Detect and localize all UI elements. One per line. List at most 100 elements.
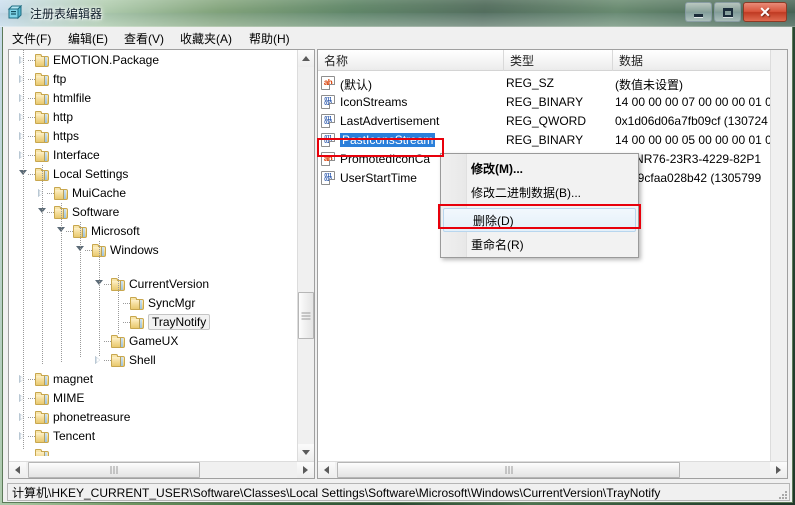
binary-value-icon: 011 010 — [321, 133, 336, 148]
tree-connector — [28, 98, 35, 99]
table-row[interactable]: 011 010 PastIconsStream REG_BINARY 14 00 00 … — [318, 131, 787, 150]
table-row[interactable]: 011 010 LastAdvertisement REG_QWORD 0x1d06d0… — [318, 112, 787, 131]
value-data: (数值未设置) — [615, 78, 683, 92]
context-delete[interactable]: 删除(D) — [443, 208, 636, 232]
menu-favorites[interactable]: 收藏夹(A) — [177, 30, 235, 46]
tree-item-tencent[interactable]: Tencent — [9, 427, 314, 446]
title-bar: 注册表编辑器 ✕ — [0, 0, 795, 27]
tree-item-label: ftp — [53, 72, 67, 86]
tree-hscrollbar-thumb[interactable] — [28, 462, 200, 478]
registry-editor-icon — [7, 5, 23, 20]
tree-item-partial[interactable] — [9, 446, 314, 456]
folder-icon — [130, 297, 145, 310]
tree-vertical-scrollbar[interactable] — [297, 50, 314, 461]
menu-help[interactable]: 帮助(H) — [246, 30, 293, 46]
tree-item-currentversion[interactable]: CurrentVersion — [9, 275, 314, 294]
column-header-data[interactable]: 数据 — [613, 50, 772, 71]
folder-icon — [130, 316, 145, 329]
scroll-left-icon — [324, 466, 329, 474]
tree-item-windows[interactable]: Windows — [9, 241, 314, 260]
tree-item-htmlfile[interactable]: htmlfile — [9, 89, 314, 108]
tree-item-syncmgr[interactable]: SyncMgr — [9, 294, 314, 313]
column-header-name[interactable]: 名称 — [318, 50, 504, 71]
folder-icon — [35, 130, 50, 143]
tree-item-shell[interactable]: Shell — [9, 351, 314, 370]
folder-icon — [111, 354, 126, 367]
table-row[interactable]: ab (默认) REG_SZ (数值未设置) — [318, 74, 787, 93]
list-hscrollbar-thumb[interactable] — [337, 462, 680, 478]
binary-value-icon: 011 010 — [321, 114, 336, 129]
tree-item-interface[interactable]: Interface — [9, 146, 314, 165]
tree-guide-line — [23, 50, 24, 450]
tree-scroll-up-button[interactable] — [298, 50, 314, 67]
tree-item-muicache[interactable]: MuiCache — [9, 184, 314, 203]
tree-item-ftp[interactable]: ftp — [9, 70, 314, 89]
tree-item-https[interactable]: https — [9, 127, 314, 146]
tree-item-label: MIME — [53, 391, 85, 405]
tree-item-magnet[interactable]: magnet — [9, 370, 314, 389]
table-row[interactable]: 011 010 IconStreams REG_BINARY 14 00 00 00 0… — [318, 93, 787, 112]
context-rename[interactable]: 重命名(R) — [442, 232, 637, 256]
folder-icon — [35, 111, 50, 124]
list-horizontal-scrollbar[interactable] — [318, 461, 787, 478]
folder-icon — [35, 411, 50, 424]
close-button[interactable]: ✕ — [743, 2, 787, 22]
context-modify[interactable]: 修改(M)... — [442, 156, 637, 180]
folder-icon — [35, 92, 50, 105]
scroll-left-icon — [15, 466, 20, 474]
registry-tree-panel[interactable]: EMOTION.Package ftp htmlfile http https Inter… — [8, 49, 315, 479]
tree-item-label: Microsoft — [91, 224, 140, 238]
value-type: REG_QWORD — [506, 114, 587, 128]
list-column-header: 名称 类型 数据 — [318, 50, 787, 71]
tree-item-label: SyncMgr — [148, 296, 196, 310]
registry-values-panel[interactable]: 名称 类型 数据 ab (默认) REG_SZ (数值未设置) 011 010 IconSt… — [317, 49, 788, 479]
tree-item-label: CurrentVersion — [129, 277, 210, 291]
scrollbar-grip-icon — [301, 310, 311, 321]
menu-bar: 文件(F) 编辑(E) 查看(V) 收藏夹(A) 帮助(H) — [3, 27, 792, 48]
minimize-button[interactable] — [685, 2, 712, 22]
tree-scroll-right-button[interactable] — [297, 462, 314, 478]
column-header-type[interactable]: 类型 — [504, 50, 613, 71]
string-value-icon: ab — [321, 76, 336, 91]
tree-scroll-left-button[interactable] — [9, 462, 26, 478]
tree-item-software[interactable]: Software — [9, 203, 314, 222]
list-scroll-left-button[interactable] — [318, 462, 335, 478]
tree-item-label: GameUX — [129, 334, 179, 348]
close-icon: ✕ — [744, 3, 786, 21]
tree-scroll-down-button[interactable] — [298, 444, 314, 461]
menu-edit[interactable]: 编辑(E) — [65, 30, 111, 46]
value-name: PromotedIconCa — [340, 152, 431, 166]
tree-horizontal-scrollbar[interactable] — [9, 461, 314, 478]
folder-icon — [35, 373, 50, 386]
scrollbar-grip-icon — [110, 466, 119, 474]
tree-item-phonetreasure[interactable]: phonetreasure — [9, 408, 314, 427]
tree-connector — [123, 322, 130, 323]
tree-item-mime[interactable]: MIME — [9, 389, 314, 408]
list-vertical-scrollbar[interactable] — [770, 50, 787, 461]
tree-item-gameux[interactable]: GameUX — [9, 332, 314, 351]
minimize-icon — [686, 3, 711, 21]
tree-connector — [85, 250, 92, 251]
resize-grip-icon[interactable] — [775, 487, 787, 499]
tree-connector — [28, 398, 35, 399]
tree-item-microsoft[interactable]: Microsoft — [9, 222, 314, 241]
context-modify-binary[interactable]: 修改二进制数据(B)... — [442, 180, 637, 204]
list-scroll-right-button[interactable] — [770, 462, 787, 478]
menu-view[interactable]: 查看(V) — [121, 30, 167, 46]
registry-editor-window: 注册表编辑器 ✕ 文件(F) 编辑(E) 查看(V) 收藏夹(A) 帮助(H) … — [0, 0, 795, 505]
maximize-button[interactable] — [714, 2, 741, 22]
scroll-right-icon — [303, 466, 308, 474]
tree-scrollbar-thumb[interactable] — [298, 292, 314, 339]
tree-item-http[interactable]: http — [9, 108, 314, 127]
value-data: 0x1d06d06a7fb09cf (130724 — [615, 114, 768, 128]
folder-icon — [35, 430, 50, 443]
menu-file[interactable]: 文件(F) — [9, 30, 54, 46]
tree-item-traynotify[interactable]: TrayNotify — [9, 313, 314, 332]
tree-item-label: phonetreasure — [53, 410, 131, 424]
tree-item-emotion-package[interactable]: EMOTION.Package — [9, 51, 314, 70]
value-context-menu[interactable]: 修改(M)... 修改二进制数据(B)... 删除(D) 重命名(R) — [440, 153, 639, 258]
tree-item-local-settings[interactable]: Local Settings — [9, 165, 314, 184]
tree-item-label: EMOTION.Package — [53, 53, 160, 67]
tree-guide-line — [61, 203, 62, 363]
expand-triangle-icon[interactable] — [93, 355, 104, 366]
